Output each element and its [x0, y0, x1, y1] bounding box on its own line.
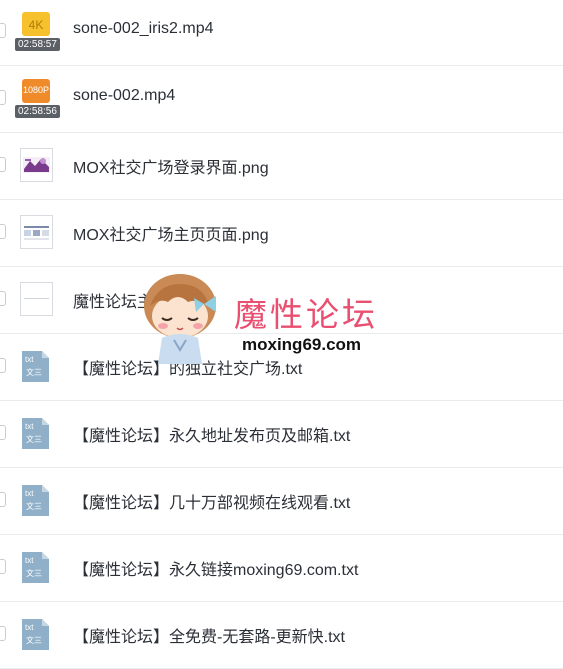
video-duration-badge: 02:58:57 [15, 38, 60, 51]
watermark-url: moxing69.com [242, 335, 362, 354]
watermark-title: 魔性论坛 [234, 295, 378, 334]
file-name[interactable]: 【魔性论坛】全免费-无套路-更新快.txt [73, 623, 345, 647]
file-row[interactable]: txt 文三 【魔性论坛】永久地址发布页及邮箱.txt [0, 400, 563, 468]
image-thumbnail-icon [20, 148, 53, 182]
video-file-icon: 1080P [22, 79, 50, 103]
svg-text:txt: txt [25, 556, 34, 565]
svg-text:txt: txt [25, 623, 34, 632]
file-row[interactable]: MOX社交广场主页页面.png [0, 199, 563, 267]
txt-file-icon: txt 文三 [22, 552, 49, 583]
svg-text:文三: 文三 [26, 635, 42, 645]
video-file-icon: 4K [22, 12, 50, 36]
file-row[interactable]: 1080P 02:58:56 sone-002.mp4 [0, 65, 563, 133]
row-checkbox[interactable] [0, 559, 6, 574]
row-checkbox[interactable] [0, 492, 6, 507]
row-checkbox[interactable] [0, 157, 6, 172]
video-duration-badge: 02:58:56 [15, 105, 60, 118]
watermark: 魔性论坛 moxing69.com [138, 270, 408, 365]
txt-file-icon: txt 文三 [22, 619, 49, 650]
row-checkbox[interactable] [0, 626, 6, 641]
svg-text:文三: 文三 [26, 501, 42, 511]
svg-text:txt: txt [25, 422, 34, 431]
file-row[interactable]: txt 文三 【魔性论坛】全免费-无套路-更新快.txt [0, 601, 563, 669]
row-checkbox[interactable] [0, 291, 6, 306]
image-thumbnail-icon [20, 282, 53, 316]
mascot-girl-icon [144, 274, 216, 364]
file-name[interactable]: 【魔性论坛】永久地址发布页及邮箱.txt [73, 422, 350, 446]
file-name[interactable]: 【魔性论坛】几十万部视频在线观看.txt [73, 489, 350, 513]
file-name[interactable]: MOX社交广场主页页面.png [73, 221, 269, 245]
file-name[interactable]: sone-002.mp4 [73, 87, 175, 105]
svg-text:文三: 文三 [26, 568, 42, 578]
file-name[interactable]: MOX社交广场登录界面.png [73, 154, 269, 178]
file-row[interactable]: txt 文三 【魔性论坛】永久链接moxing69.com.txt [0, 534, 563, 602]
row-checkbox[interactable] [0, 90, 6, 105]
file-row[interactable]: MOX社交广场登录界面.png [0, 132, 563, 200]
file-name[interactable]: 【魔性论坛】永久链接moxing69.com.txt [73, 556, 358, 580]
txt-file-icon: txt 文三 [22, 351, 49, 382]
file-row[interactable]: txt 文三 【魔性论坛】几十万部视频在线观看.txt [0, 467, 563, 535]
row-checkbox[interactable] [0, 224, 6, 239]
image-thumbnail-icon [20, 215, 53, 249]
svg-text:文三: 文三 [26, 367, 42, 377]
svg-text:txt: txt [25, 489, 34, 498]
row-checkbox[interactable] [0, 23, 6, 38]
txt-file-icon: txt 文三 [22, 485, 49, 516]
svg-text:文三: 文三 [26, 434, 42, 444]
row-checkbox[interactable] [0, 425, 6, 440]
svg-text:txt: txt [25, 355, 34, 364]
file-name[interactable]: sone-002_iris2.mp4 [73, 20, 214, 38]
file-row[interactable]: 4K 02:58:57 sone-002_iris2.mp4 [0, 0, 563, 66]
row-checkbox[interactable] [0, 358, 6, 373]
txt-file-icon: txt 文三 [22, 418, 49, 449]
